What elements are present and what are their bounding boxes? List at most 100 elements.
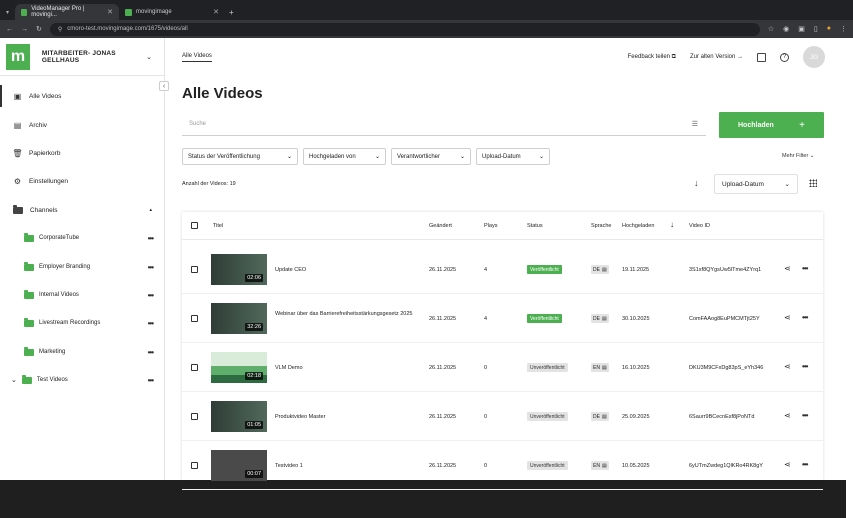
filter-responsible-dropdown[interactable]: Verantwortlicher ⌄ (391, 148, 471, 165)
close-tab-icon[interactable]: ✕ (213, 8, 219, 16)
profile-icon[interactable]: ● (827, 25, 831, 33)
browser-tab-active[interactable]: VideoManager Pro | movingi... ✕ (15, 4, 120, 20)
video-title[interactable]: Update CEO (275, 267, 306, 273)
menu-icon[interactable]: ⋮ (840, 25, 847, 33)
sidebar-item-papierkorb[interactable]: 🗑 Papierkorb (0, 142, 165, 164)
channel-item[interactable]: CorporateTube ••• (0, 227, 165, 249)
chevron-down-icon[interactable]: ⌄ (146, 53, 152, 61)
video-icon: ▣ (13, 91, 22, 101)
share-icon[interactable]: ⋖ (784, 313, 791, 322)
bookmark-star-icon[interactable]: ☆ (768, 25, 774, 33)
table-row[interactable]: 32:26 Webinar über das Barrierefreiheits… (182, 294, 823, 343)
channel-item[interactable]: Employer Branding ••• (0, 256, 165, 278)
tab-list-chevron-icon[interactable]: ▾ (6, 9, 9, 16)
sort-arrow-icon[interactable]: ↓ (670, 220, 674, 229)
col-video-id[interactable]: Video ID (689, 223, 710, 229)
search-input[interactable]: Suche ☰ (182, 112, 706, 136)
upload-button[interactable]: Hochladen + (719, 112, 824, 138)
sort-select[interactable]: Upload-Datum ⌄ (714, 174, 798, 194)
more-icon[interactable]: ••• (802, 460, 808, 469)
layout-icon[interactable] (757, 52, 766, 62)
video-title[interactable]: Produktvideo Master (275, 414, 325, 420)
sidebar-item-archiv[interactable]: ▤ Archiv (0, 114, 165, 136)
more-icon[interactable]: ••• (148, 291, 154, 300)
close-tab-icon[interactable]: ✕ (107, 8, 113, 16)
address-bar[interactable]: ⚲ cmoro-test.movingimage.com/1675/videos… (49, 22, 760, 36)
col-language[interactable]: Sprache (591, 223, 612, 229)
table-row[interactable]: 02:18 VLM Demo 26.11.2025 0 Unveröffentl… (182, 343, 823, 392)
channel-item[interactable]: Marketing ••• (0, 341, 165, 363)
filter-uploaded-by-dropdown[interactable]: Hochgeladen von ⌄ (303, 148, 386, 165)
old-version-link[interactable]: Zur alten Version → (690, 54, 743, 60)
col-uploaded[interactable]: Hochgeladen (622, 223, 654, 229)
row-checkbox[interactable] (191, 364, 198, 371)
share-icon[interactable]: ⋖ (784, 362, 791, 371)
col-changed[interactable]: Geändert (429, 223, 452, 229)
back-icon[interactable]: ← (6, 26, 13, 33)
video-thumbnail[interactable]: 32:26 (211, 303, 267, 334)
grid-view-icon[interactable] (809, 179, 817, 187)
more-icon[interactable]: ••• (148, 348, 154, 357)
video-title[interactable]: Testvideo 1 (275, 463, 303, 469)
filter-label: Upload-Datum (482, 153, 521, 160)
user-name[interactable]: MITARBEITER- JONAS GELLHAUS (42, 50, 146, 64)
row-checkbox[interactable] (191, 315, 198, 322)
breadcrumb[interactable]: Alle Videos (182, 53, 212, 62)
more-icon[interactable]: ••• (148, 319, 154, 328)
site-info-icon[interactable]: ⚲ (58, 26, 62, 33)
col-status[interactable]: Status (527, 223, 543, 229)
row-checkbox[interactable] (191, 266, 198, 273)
chevron-up-icon[interactable]: ▴ (149, 207, 152, 213)
sidebar-item-channels[interactable]: Channels ▴ (0, 199, 165, 221)
channel-item[interactable]: ⌄ Test Videos ••• (0, 369, 165, 391)
more-icon[interactable]: ••• (802, 313, 808, 322)
collapse-sidebar-button[interactable]: ‹ (159, 81, 169, 91)
video-thumbnail[interactable]: 02:18 (211, 352, 267, 383)
share-icon[interactable]: ⋖ (784, 460, 791, 469)
table-row[interactable]: 00:07 Testvideo 1 26.11.2025 0 Unveröffe… (182, 441, 823, 490)
table-row[interactable]: 01:05 Produktvideo Master 26.11.2025 0 U… (182, 392, 823, 441)
channel-item[interactable]: Internal Videos ••• (0, 284, 165, 306)
video-title[interactable]: Webinar über das Barrierefreiheitsstärku… (275, 311, 425, 318)
forward-icon[interactable]: → (21, 26, 28, 33)
row-checkbox[interactable] (191, 462, 198, 469)
chevron-down-icon[interactable]: ⌄ (11, 376, 17, 384)
filter-upload-date-dropdown[interactable]: Upload-Datum ⌄ (476, 148, 550, 165)
col-plays[interactable]: Plays (484, 223, 497, 229)
help-icon[interactable]: ? (780, 52, 789, 62)
table-row[interactable]: 02:06 Update CEO 26.11.2025 4 Veröffentl… (182, 245, 823, 294)
sort-direction-icon[interactable]: ↓ (694, 178, 699, 188)
puzzle-icon[interactable]: ▣ (798, 25, 805, 33)
video-thumbnail[interactable]: 00:07 (211, 450, 267, 481)
share-icon[interactable]: ⋖ (784, 411, 791, 420)
reload-icon[interactable]: ↻ (36, 25, 42, 33)
filter-status-dropdown[interactable]: Status der Veröffentlichung ⌄ (182, 148, 298, 165)
video-thumbnail[interactable]: 02:06 (211, 254, 267, 285)
new-tab-icon[interactable]: + (229, 8, 234, 17)
scrollbar[interactable] (846, 76, 853, 518)
share-icon[interactable]: ⋖ (784, 264, 791, 273)
more-filters-button[interactable]: Mehr Filter ⌄ (782, 153, 814, 159)
more-icon[interactable]: ••• (802, 264, 808, 273)
row-checkbox[interactable] (191, 413, 198, 420)
channel-item[interactable]: Livestream Recordings ••• (0, 312, 165, 334)
select-all-checkbox[interactable] (191, 222, 198, 229)
video-thumbnail[interactable]: 01:05 (211, 401, 267, 432)
logo[interactable]: m (6, 43, 30, 70)
browser-tab[interactable]: movingimage ✕ (119, 4, 225, 20)
more-icon[interactable]: ••• (148, 263, 154, 272)
feedback-link[interactable]: Feedback teilen ⧉ (628, 54, 676, 61)
avatar[interactable]: JG (803, 46, 825, 68)
more-icon[interactable]: ••• (802, 411, 808, 420)
sidepanel-icon[interactable]: ▯ (814, 25, 818, 33)
more-icon[interactable]: ••• (802, 362, 808, 371)
col-title[interactable]: Titel (213, 223, 223, 229)
more-icon[interactable]: ••• (148, 376, 154, 385)
sidebar-item-alle-videos[interactable]: ▣ Alle Videos (0, 85, 165, 107)
video-title[interactable]: VLM Demo (275, 365, 303, 371)
extension-icon[interactable]: ◉ (783, 25, 789, 33)
filter-icon[interactable]: ☰ (692, 120, 698, 128)
sidebar-item-einstellungen[interactable]: ⚙ Einstellungen (0, 170, 165, 192)
folder-icon (24, 317, 34, 327)
more-icon[interactable]: ••• (148, 234, 154, 243)
